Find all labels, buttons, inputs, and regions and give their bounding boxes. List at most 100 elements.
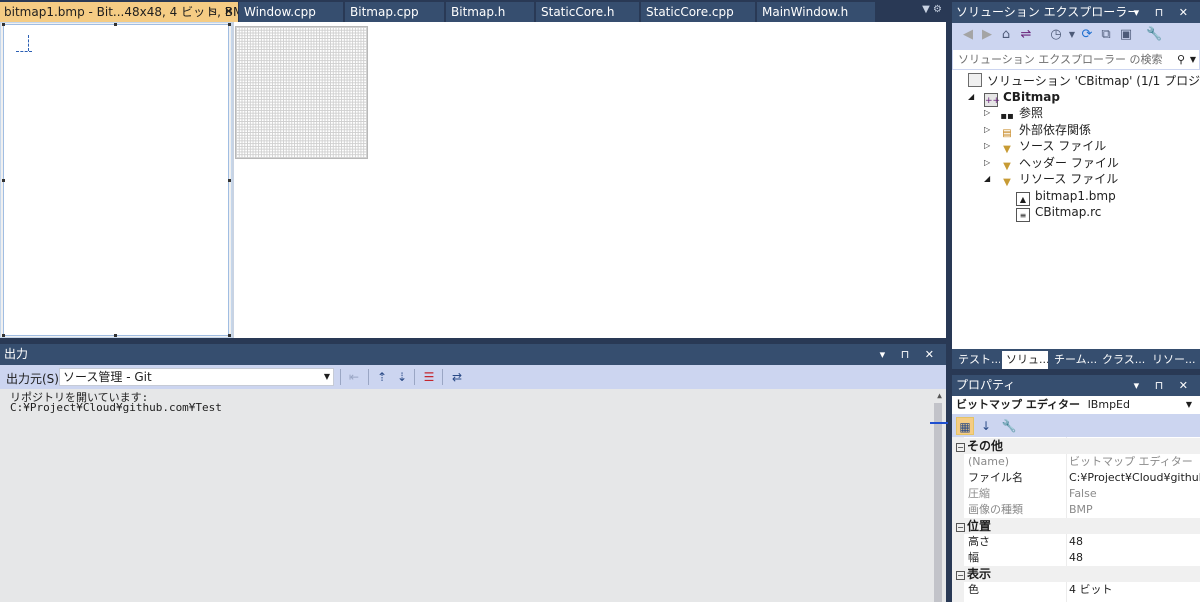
tab-window-cpp[interactable]: Window.cpp [239,2,343,22]
property-category[interactable]: − 表示 [952,566,1200,582]
pixel-grid-canvas[interactable] [235,26,368,159]
output-title: 出力 [4,347,29,361]
property-row[interactable]: 色 4 ビット [952,582,1200,598]
search-icon[interactable]: ⚲ [1177,50,1185,69]
show-all-files-icon[interactable]: ▣ [1118,27,1134,43]
tree-item-bitmap1-bmp[interactable]: ▲ bitmap1.bmp [1016,188,1116,206]
output-source-label: 出力元(S): [6,372,64,386]
close-icon[interactable]: ✕ [224,2,233,22]
categorized-icon[interactable]: ▦ [956,417,974,435]
property-value[interactable]: 48 [1069,550,1200,566]
pin-icon[interactable]: ⊐ [208,2,217,22]
resize-handle[interactable] [114,23,117,26]
tab-team-explorer[interactable]: チーム... [1050,351,1096,369]
bitmap-preview-pane[interactable] [0,22,232,338]
tab-solution-explorer[interactable]: ソリュ... [1002,351,1048,369]
previous-message-icon[interactable]: ⇡ [374,369,390,385]
collapse-toggle-icon[interactable]: − [956,571,965,580]
collapse-toggle-icon[interactable]: − [956,523,965,532]
next-message-icon[interactable]: ⇣ [394,369,410,385]
output-text-area[interactable]: リポジトリを開いています: C:¥Project¥Cloud¥github.co… [0,389,946,602]
tree-item-resource-files[interactable]: ◢ ▼ リソース ファイル [984,171,1118,188]
tab-test-explorer[interactable]: テスト... [954,351,1000,369]
pending-changes-filter-icon[interactable]: ◷ [1048,27,1064,43]
wrench-icon[interactable]: 🔧 [1146,27,1162,43]
property-row[interactable]: 幅 48 [952,550,1200,566]
tree-item-solution[interactable]: ソリューション 'CBitmap' (1/1 プロジェクト) [968,73,1200,89]
tab-bitmap-h[interactable]: Bitmap.h [446,2,534,22]
alphabetical-sort-icon[interactable]: ↓ [977,417,995,435]
resize-handle[interactable] [2,179,5,182]
tab-resource-view[interactable]: リソー... [1148,351,1198,369]
collapse-all-icon[interactable]: ⧉ [1098,27,1114,43]
collapsed-arrow-icon[interactable]: ▷ [984,105,990,121]
properties-toolbar: ▦ ↓ 🔧 [952,415,1200,437]
tree-item-header-files[interactable]: ▷ ▼ ヘッダー ファイル [984,155,1119,172]
panel-window-controls[interactable]: ▾ ⊓ ✕ [880,344,940,365]
resize-handle[interactable] [114,334,117,337]
property-value[interactable]: C:¥Project¥Cloud¥github.c [1069,470,1200,486]
bitmap-preview-canvas[interactable] [3,24,229,336]
tab-list-dropdown-icon[interactable]: ▼ ⚙ [922,4,942,15]
tab-class-view[interactable]: クラス... [1098,351,1146,369]
output-source-dropdown[interactable]: ソース管理 - Git ▼ [59,368,334,386]
tree-item-source-files[interactable]: ▷ ▼ ソース ファイル [984,138,1106,155]
find-message-in-code-icon[interactable]: ⇤ [346,369,362,385]
tab-bitmap1-bmp[interactable]: bitmap1.bmp - Bit...48x48, 4 ビット, BMP] ⊐… [0,2,238,22]
resize-handle[interactable] [2,334,5,337]
switch-views-icon[interactable]: ⇌ [1018,27,1034,43]
back-icon[interactable]: ◀ [960,27,976,43]
collapsed-arrow-icon[interactable]: ▷ [984,122,990,138]
tree-item-label: ソリューション 'CBitmap' (1/1 プロジェクト) [987,74,1200,88]
property-value[interactable]: 4 ビット [1069,582,1200,598]
collapsed-arrow-icon[interactable]: ▷ [984,155,990,171]
output-source-value: ソース管理 - Git [63,370,152,384]
toolbar-separator [442,369,443,385]
resize-handle[interactable] [228,179,231,182]
resize-handle[interactable] [228,334,231,337]
chevron-down-icon[interactable]: ▼ [1064,27,1080,43]
property-value: BMP [1069,503,1093,516]
property-row[interactable]: 高さ 48 [952,534,1200,550]
resize-handle[interactable] [2,23,5,26]
properties-object-selector[interactable]: ビットマップ エディター IBmpEd ▼ [952,396,1200,415]
properties-title: プロパティ [956,378,1016,392]
property-row[interactable]: 画像の種類 BMP [952,502,1200,518]
property-category[interactable]: − 位置 [952,518,1200,534]
scroll-up-icon[interactable]: ▲ [937,391,942,400]
property-row[interactable]: ファイル名 C:¥Project¥Cloud¥github.c [952,470,1200,486]
panel-window-controls[interactable]: ▾ ⊓ ✕ [1134,375,1194,396]
tree-item-project[interactable]: ◢ ++ CBitmap [968,89,1060,107]
home-icon[interactable]: ⌂ [998,27,1014,43]
wrench-icon[interactable]: 🔧 [1000,417,1018,435]
tab-staticcore-cpp[interactable]: StaticCore.cpp [641,2,755,22]
bitmap-editing-pane[interactable] [234,22,946,338]
tab-bitmap-cpp[interactable]: Bitmap.cpp [345,2,444,22]
property-row[interactable]: 圧縮 False [952,486,1200,502]
gear-icon[interactable]: ⚙ [933,4,942,15]
tree-item-references[interactable]: ▷ ▪▪ 参照 [984,105,1043,122]
forward-icon[interactable]: ▶ [979,27,995,43]
word-wrap-icon[interactable]: ⇄ [449,369,465,385]
document-tab-strip: bitmap1.bmp - Bit...48x48, 4 ビット, BMP] ⊐… [0,0,948,22]
property-category[interactable]: − その他 [952,438,1200,454]
tab-mainwindow-h[interactable]: MainWindow.h [757,2,875,22]
resize-handle[interactable] [228,23,231,26]
collapse-toggle-icon[interactable]: − [956,443,965,452]
property-value[interactable]: 48 [1069,534,1200,550]
panel-window-controls[interactable]: ▾ ⊓ ✕ [1134,2,1194,23]
property-row[interactable]: (Name) ビットマップ エディター [952,454,1200,470]
tab-staticcore-h[interactable]: StaticCore.h [536,2,639,22]
collapsed-arrow-icon[interactable]: ▷ [984,138,990,154]
clear-all-icon[interactable]: ☰ [421,369,437,385]
resource-file-icon: ≡ [1016,208,1030,222]
tree-item-external-dependencies[interactable]: ▷ ▤ 外部依存関係 [984,122,1091,139]
expanded-arrow-icon[interactable]: ◢ [984,171,990,187]
chevron-down-icon[interactable]: ▼ [1190,50,1196,69]
tree-item-cbitmap-rc[interactable]: ≡ CBitmap.rc [1016,204,1101,222]
solution-explorer-toolbar: ◀ ▶ ⌂ ⇌ ◷ ▼ ⟳ ⧉ ▣ 🔧 [952,23,1200,49]
sync-icon[interactable]: ⟳ [1079,27,1095,43]
solution-explorer-search-input[interactable]: ソリューション エクスプローラー の検索 (Ctrl+:) ⚲ ▼ [952,49,1200,85]
vertical-scrollbar[interactable] [934,403,942,602]
expanded-arrow-icon[interactable]: ◢ [968,89,974,105]
